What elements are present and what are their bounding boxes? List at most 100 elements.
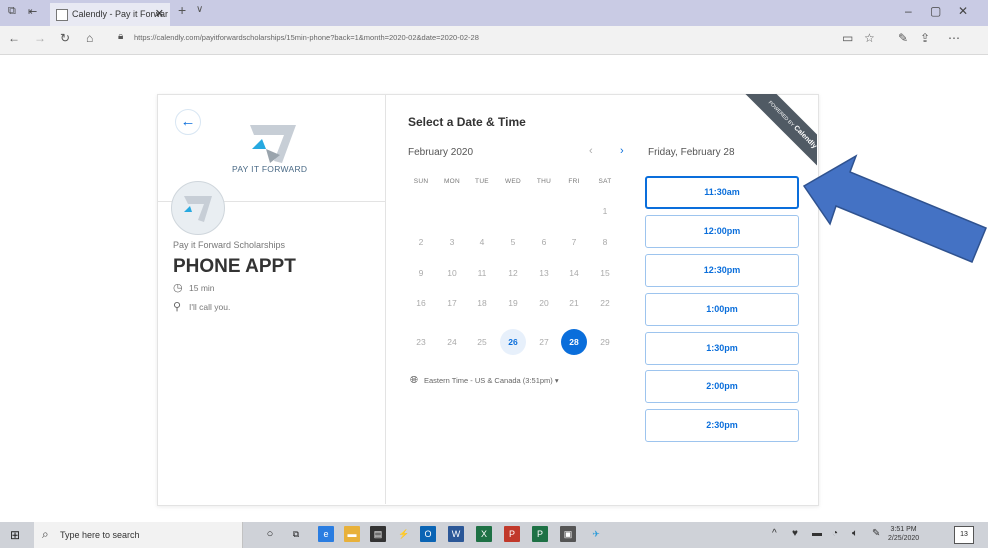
project-icon[interactable]: P <box>532 526 548 542</box>
battery-icon[interactable]: ▬ <box>812 528 822 539</box>
back-button[interactable]: ← <box>175 109 201 135</box>
clock-time: 3:51 PM <box>890 526 917 533</box>
bolt-app-icon[interactable]: ⚡ <box>396 526 412 542</box>
timezone-select[interactable]: Eastern Time - US & Canada (3:51pm) ▾ <box>424 376 559 385</box>
tray-app-icon[interactable]: ♥ <box>792 528 798 539</box>
share-icon[interactable]: ⇪ <box>920 31 930 45</box>
pen-icon[interactable]: ✎ <box>872 528 880 539</box>
calendar-day: 21 <box>569 298 579 308</box>
more-menu-icon[interactable]: ⋯ <box>948 31 960 45</box>
organization-name: Pay it Forward Scholarships <box>173 240 286 250</box>
edge-browser-icon[interactable]: e <box>318 526 334 542</box>
calendar-day: 6 <box>541 237 547 247</box>
calendar-day[interactable]: 26 <box>500 329 526 355</box>
file-explorer-icon[interactable]: ▬ <box>344 526 360 542</box>
refresh-icon[interactable]: ↻ <box>60 31 70 45</box>
time-slot-button[interactable]: 12:00pm <box>645 215 799 248</box>
volume-icon[interactable]: 🔈︎ <box>852 528 858 539</box>
forward-nav-icon[interactable]: → <box>34 31 46 45</box>
browser-tab[interactable]: Calendly - Pay it Forwar ✕ <box>50 3 170 26</box>
minimize-button[interactable]: – <box>905 4 912 18</box>
calendar-day: 23 <box>416 337 426 347</box>
sign-pen-icon[interactable]: ✎ <box>898 31 908 45</box>
calendar-day: 5 <box>510 237 516 247</box>
calendar-day: 22 <box>600 298 610 308</box>
task-view-icon[interactable]: ⧉ <box>288 526 304 542</box>
ribbon-line1: POWERED BY <box>766 99 796 129</box>
tab-title: Calendly - Pay it Forwar <box>72 9 169 19</box>
calendar-day: 18 <box>477 298 487 308</box>
calendar-day: 12 <box>508 268 518 278</box>
time-slot-button[interactable]: 12:30pm <box>645 254 799 287</box>
calendar-day: 14 <box>569 268 579 278</box>
time-slot-button[interactable]: 1:00pm <box>645 293 799 326</box>
calendar-day: 10 <box>447 268 457 278</box>
calendar-day: 29 <box>600 337 610 347</box>
network-icon[interactable]: ◔ <box>832 528 838 539</box>
app-icon[interactable]: ▣ <box>560 526 576 542</box>
event-name: PHONE APPT <box>173 256 296 277</box>
calendar-day: 24 <box>447 337 457 347</box>
calendar-day: 4 <box>479 237 485 247</box>
selected-date-heading: Friday, February 28 <box>648 147 735 158</box>
weekday-label: MON <box>443 178 461 185</box>
logo-text: PAY IT FORWARD <box>232 164 308 174</box>
calendar-day: 7 <box>571 237 577 247</box>
weekday-label: WED <box>504 178 522 185</box>
next-month-icon[interactable]: › <box>620 145 624 157</box>
maximize-button[interactable]: ▢ <box>930 4 941 18</box>
taskbar-clock[interactable]: 3:51 PM 2/25/2020 <box>888 525 919 543</box>
time-slot-button[interactable]: 11:30am <box>645 176 799 209</box>
calendar-day: 27 <box>539 337 549 347</box>
weekday-label: TUE <box>475 178 489 185</box>
tab-menu-chevron-icon[interactable]: ∨ <box>196 4 203 15</box>
time-slot-button[interactable]: 2:30pm <box>645 409 799 442</box>
tray-chevron-icon[interactable]: ^ <box>772 528 777 539</box>
outlook-icon[interactable]: O <box>420 526 436 542</box>
calendar-day[interactable]: 28 <box>561 329 587 355</box>
clock-icon: ◷ <box>173 282 183 294</box>
duration-text: 15 min <box>189 283 215 293</box>
avatar <box>171 181 225 235</box>
excel-icon[interactable]: X <box>476 526 492 542</box>
calendar-day: 16 <box>416 298 426 308</box>
notification-icon[interactable]: 13 <box>954 526 974 544</box>
weekday-label: FRI <box>568 178 580 185</box>
home-icon[interactable]: ⌂ <box>86 31 93 45</box>
store-icon[interactable]: ▤ <box>370 526 386 542</box>
cortana-icon[interactable]: ○ <box>262 526 278 542</box>
back-nav-icon[interactable]: ← <box>8 31 20 45</box>
new-tab-button[interactable]: + <box>178 2 186 18</box>
pinned-app-icon[interactable]: ✈ <box>588 526 604 542</box>
calendar-day: 19 <box>508 298 518 308</box>
powerpoint-icon[interactable]: P <box>504 526 520 542</box>
calendar-day: 2 <box>418 237 424 247</box>
globe-icon: 🌐︎ <box>410 375 418 386</box>
time-slot-button[interactable]: 1:30pm <box>645 332 799 365</box>
calendar-day: 8 <box>602 237 608 247</box>
windows-start-icon[interactable]: ⊞ <box>10 528 20 542</box>
weekday-label: SAT <box>598 178 612 185</box>
clock-date: 2/25/2020 <box>888 535 920 542</box>
word-icon[interactable]: W <box>448 526 464 542</box>
month-label: February 2020 <box>408 147 474 158</box>
favorite-star-icon[interactable]: ☆ <box>864 31 875 45</box>
time-slot-button[interactable]: 2:00pm <box>645 370 799 403</box>
annotation-arrow-icon <box>802 154 987 263</box>
weekday-label: SUN <box>413 178 429 185</box>
calendar-day: 13 <box>539 268 549 278</box>
prev-month-icon[interactable]: ‹ <box>589 145 593 157</box>
close-window-button[interactable]: ✕ <box>958 4 968 18</box>
calendar-day: 3 <box>449 237 455 247</box>
calendar-day: 15 <box>600 268 610 278</box>
reading-view-icon[interactable]: ▭ <box>842 31 853 45</box>
search-placeholder[interactable]: Type here to search <box>60 530 140 540</box>
tab-close-icon[interactable]: ✕ <box>155 3 164 26</box>
tab-set-aside-icon[interactable]: ⇤ <box>28 5 37 18</box>
lock-icon: 🔒︎ <box>118 31 124 42</box>
tab-favicon-icon <box>56 9 68 21</box>
url-text[interactable]: https://calendly.com/payitforwardscholar… <box>134 33 479 42</box>
calendar-day: 1 <box>602 206 608 216</box>
tab-actions-icon[interactable]: ⧉ <box>8 5 16 18</box>
ribbon-line2: Calendly <box>792 124 817 151</box>
